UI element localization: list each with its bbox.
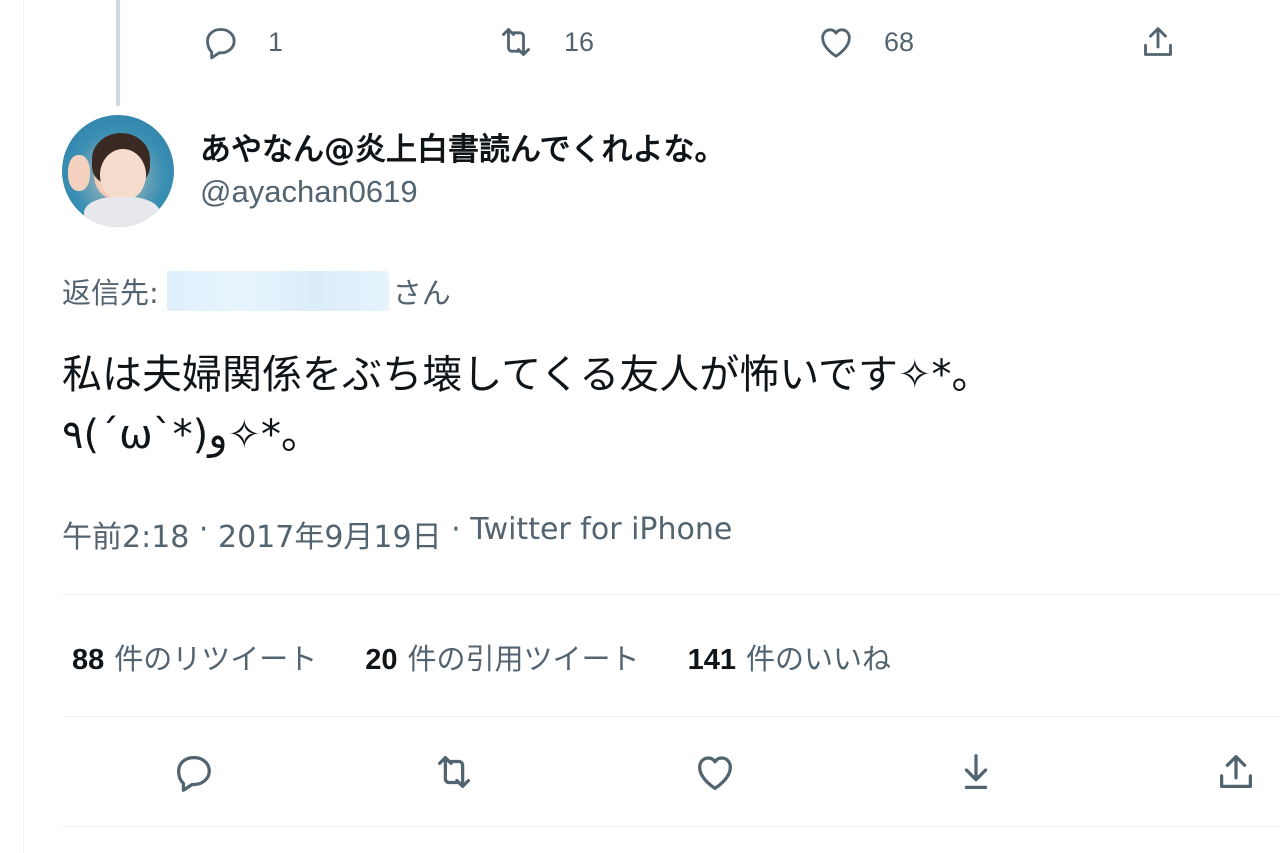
retweets-stat[interactable]: 88 件のリツイート (72, 636, 317, 678)
previous-reply-button[interactable]: 1 (200, 20, 283, 64)
quotes-stat[interactable]: 20 件の引用ツイート (365, 636, 639, 678)
reply-button[interactable] (167, 746, 219, 798)
like-icon (698, 756, 732, 790)
author-avatar[interactable] (62, 115, 174, 227)
likes-label: 件のいいね (745, 642, 891, 676)
tweet-source[interactable]: Twitter for iPhone (470, 512, 732, 556)
divider-top (62, 594, 1280, 595)
bookmark-button[interactable] (950, 746, 1002, 798)
meta-separator: · (441, 512, 471, 547)
retweet-icon (437, 755, 471, 789)
tweet-text-line-2: ٩(ˊωˋ*)و✧*。 (62, 412, 322, 458)
reply-to-user-redacted[interactable] (166, 271, 389, 311)
meta-separator: · (189, 512, 218, 547)
reply-to-line: 返信先: さん (62, 270, 451, 312)
share-icon (1219, 755, 1253, 789)
retweets-label: 件のリツイート (114, 642, 318, 676)
retweet-button[interactable] (428, 746, 480, 798)
like-count: 68 (884, 26, 915, 57)
share-button[interactable] (1210, 746, 1262, 798)
retweet-icon (502, 28, 530, 56)
reply-icon (206, 28, 236, 60)
tweet-text-line-1: 私は夫婦関係をぶち壊してくる友人が怖いです✧*。 (62, 352, 992, 398)
tweet-detail-page: 1 16 68 あやなん@炎上白書読んでくれよな。 @ayachan0619 返… (0, 0, 1280, 853)
retweets-number: 88 (72, 644, 105, 676)
previous-share-button[interactable] (1138, 20, 1178, 64)
divider-bottom (62, 826, 1280, 827)
retweet-count: 16 (564, 26, 595, 57)
bookmark-icon (964, 754, 988, 789)
reply-icon (176, 755, 211, 792)
divider-middle (62, 716, 1280, 717)
previous-like-button[interactable]: 68 (816, 20, 914, 64)
reply-to-prefix: 返信先: (62, 276, 159, 310)
share-icon (1144, 27, 1172, 56)
quotes-label: 件の引用ツイート (407, 642, 640, 676)
author-handle[interactable]: @ayachan0619 (200, 174, 418, 210)
like-button[interactable] (689, 746, 741, 798)
previous-tweet-action-bar: 1 16 68 (0, 0, 1280, 86)
author-display-name[interactable]: あやなん@炎上白書読んでくれよな。 (200, 124, 725, 169)
reply-to-suffix: さん (392, 276, 451, 310)
reply-count: 1 (268, 26, 284, 57)
tweet-time[interactable]: 午前2:18 (62, 512, 189, 556)
tweet-date[interactable]: 2017年9月19日 (218, 512, 442, 556)
like-icon (821, 28, 851, 58)
likes-number: 141 (687, 644, 736, 676)
tweet-stats: 88 件のリツイート 20 件の引用ツイート 141 件のいいね (72, 636, 891, 678)
previous-retweet-button[interactable]: 16 (496, 20, 594, 64)
column-border (23, 0, 24, 853)
tweet-text: 私は夫婦関係をぶち壊してくる友人が怖いです✧*。 ٩(ˊωˋ*)و✧*。 (62, 345, 1272, 465)
quotes-number: 20 (365, 644, 398, 676)
tweet-metadata: 午前2:18 · 2017年9月19日 · Twitter for iPhone (62, 512, 732, 556)
likes-stat[interactable]: 141 件のいいね (688, 636, 891, 678)
